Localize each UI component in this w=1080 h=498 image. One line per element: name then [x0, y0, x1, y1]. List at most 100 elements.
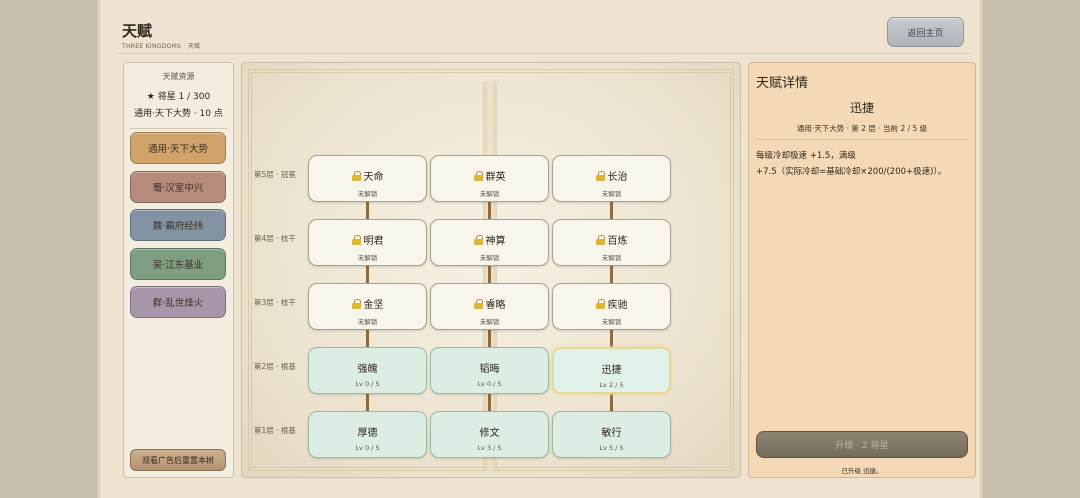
talent-points: 通用·天下大势 · 10 点 [134, 109, 223, 119]
tree-connector [366, 201, 369, 219]
talent-node[interactable]: 睿略未解锁 [430, 283, 549, 330]
talent-node[interactable]: 韬晦 Lv 0 / 5 [430, 347, 549, 394]
talent-node-name: 迅捷 [554, 361, 669, 376]
talent-node-label: 睿略 [485, 300, 506, 311]
talent-node[interactable]: 疾驰未解锁 [552, 283, 671, 330]
talent-node-status: 未解锁 [479, 254, 500, 262]
talent-node-name: 金坚 [309, 296, 426, 311]
talent-node[interactable]: 明君未解锁 [308, 219, 427, 266]
tree-connector [610, 265, 613, 283]
talent-node[interactable]: 金坚 未解锁 [308, 283, 427, 330]
lock-icon [473, 235, 483, 245]
divider [756, 139, 968, 140]
talent-description: 每级冷却极速 +1.5，满级 +7.5（实际冷却=基础冷却×200/(200+极… [756, 148, 965, 180]
reset-tree-button[interactable]: 观看广告后重置本树 [130, 449, 226, 471]
talent-node-name: 强魄 [309, 360, 426, 375]
talent-node[interactable]: 修文 Lv 3 / 5 [430, 411, 549, 458]
faction-tab[interactable]: 通用·天下大势 [130, 132, 226, 164]
talent-node-name: 百炼 [553, 232, 670, 247]
talent-node[interactable]: 迅捷 Lv 2 / 5 [552, 347, 671, 394]
resources-title: 天赋资源 [162, 72, 195, 81]
lock-icon [473, 171, 483, 181]
talent-node-status: Lv 0 / 5 [477, 380, 502, 388]
page-title: 天赋 [122, 22, 153, 40]
divider [130, 128, 227, 129]
talent-node-label: 金坚 [363, 300, 384, 311]
tier-label: 第5层 · 冠冕 [254, 170, 296, 179]
talent-node-label: 百炼 [607, 236, 628, 247]
talent-node-label: 迅捷 [601, 365, 622, 376]
page-subtitle: THREE KINGDOMS · 天赋 [122, 43, 201, 50]
tree-connector [488, 201, 491, 219]
tree-connector [366, 265, 369, 283]
talent-node-label: 厚德 [357, 428, 378, 439]
star-count: ★ 将星 1 / 300 [146, 92, 211, 102]
talent-node-status: Lv 3 / 5 [477, 444, 502, 452]
talent-node-name: 长治 [553, 168, 670, 183]
talent-node-label: 修文 [479, 428, 500, 439]
talent-node[interactable]: 天命未解锁 [308, 155, 427, 202]
talent-node-status: Lv 0 / 5 [355, 380, 380, 388]
lock-icon [351, 235, 361, 245]
talent-node-name: 疾驰 [553, 296, 670, 311]
faction-tab[interactable]: 魏·霸府经纬 [130, 209, 226, 241]
lock-icon [351, 299, 361, 309]
talent-node-name: 睿略 [431, 296, 548, 311]
tier-label: 第4层 · 枝干 [254, 234, 296, 243]
talent-node-status: 未解锁 [357, 254, 378, 262]
tree-connector [610, 329, 613, 347]
tree-connector [610, 393, 613, 411]
tree-connector [366, 329, 369, 347]
upgrade-button[interactable]: 升级 · 2 将星 [756, 431, 968, 458]
app-frame: 天赋 THREE KINGDOMS · 天赋 返回主页 天赋资源 ★ 将星 1 … [97, 0, 983, 498]
tier-label: 第1层 · 根基 [254, 426, 296, 435]
header: 天赋 THREE KINGDOMS · 天赋 返回主页 [118, 8, 970, 54]
talent-node-label: 长治 [607, 172, 628, 183]
lock-icon [595, 235, 605, 245]
talent-node-status: 未解锁 [479, 318, 500, 326]
talent-node-label: 明君 [363, 236, 384, 247]
talent-node-name: 修文 [431, 424, 548, 439]
tree-connector [610, 201, 613, 219]
talent-node-status: 未解锁 [601, 318, 622, 326]
talent-node-status: Lv 0 / 5 [355, 444, 380, 452]
lock-icon [473, 299, 483, 309]
back-home-button[interactable]: 返回主页 [887, 17, 964, 47]
talent-node[interactable]: 强魄 Lv 0 / 5 [308, 347, 427, 394]
talent-node[interactable]: 神算未解锁 [430, 219, 549, 266]
detail-title: 天赋详情 [756, 76, 809, 91]
talent-node[interactable]: 群英 未解锁 [430, 155, 549, 202]
tree-connector [488, 329, 491, 347]
tier-label: 第3层 · 枝干 [254, 298, 296, 307]
talent-node-status: 未解锁 [601, 190, 622, 198]
talent-node-label: 敏行 [601, 428, 622, 439]
talent-node[interactable]: 敏行 Lv 5 / 5 [552, 411, 671, 458]
talent-detail-panel: 天赋详情 迅捷 通用·天下大势 · 第 2 层 · 当前 2 / 5 级 每级冷… [748, 62, 976, 478]
lock-icon [595, 171, 605, 181]
tree-connector [366, 393, 369, 411]
faction-tab[interactable]: 吴·江东基业 [130, 247, 226, 280]
talent-resources-panel: 天赋资源 ★ 将星 1 / 300 通用·天下大势 · 10 点 通用·天下大势… [123, 62, 234, 478]
talent-node-name: 韬晦 [431, 360, 548, 375]
talent-node-name: 敏行 [553, 424, 670, 439]
talent-node-label: 神算 [485, 236, 506, 247]
talent-node[interactable]: 长治未解锁 [552, 155, 671, 202]
tree-connector [488, 393, 491, 411]
description-line: 每级冷却极速 +1.5，满级 [756, 151, 856, 161]
talent-meta: 通用·天下大势 · 第 2 层 · 当前 2 / 5 级 [796, 124, 928, 133]
talent-node-label: 韬晦 [479, 364, 500, 375]
talent-node-status: Lv 2 / 5 [599, 381, 624, 389]
faction-tab[interactable]: 蜀·汉室中兴 [130, 170, 226, 203]
talent-node-label: 天命 [363, 172, 384, 183]
faction-tab[interactable]: 群·乱世烽火 [130, 286, 226, 318]
talent-node[interactable]: 厚德 Lv 0 / 5 [308, 411, 427, 458]
talent-node-name: 厚德 [309, 424, 426, 439]
talent-node-label: 疾驰 [607, 300, 628, 311]
tier-label: 第2层 · 根基 [254, 362, 296, 371]
talent-node-status: 未解锁 [479, 190, 500, 198]
talent-node[interactable]: 百炼 未解锁 [552, 219, 671, 266]
talent-node-name: 神算 [431, 232, 548, 247]
description-line: +7.5（实际冷却=基础冷却×200/(200+极速)）。 [756, 167, 947, 177]
talent-node-name: 明君 [309, 232, 426, 247]
talent-node-status: 未解锁 [357, 190, 378, 198]
